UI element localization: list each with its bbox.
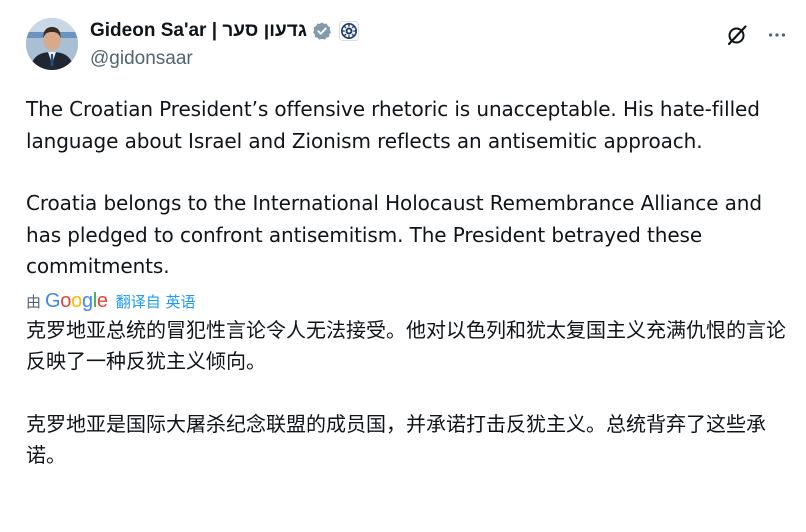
government-emblem-icon[interactable] — [338, 21, 359, 41]
tweet-text-paragraph-1: The Croatian President’s offensive rheto… — [26, 97, 760, 153]
translated-paragraph-2: 克罗地亚是国际大屠杀纪念联盟的成员国，并承诺打击反犹主义。总统背弃了这些承诺。 — [26, 411, 766, 468]
avatar[interactable] — [26, 18, 78, 70]
grok-icon[interactable] — [724, 22, 750, 48]
google-logo: Google — [45, 290, 108, 312]
translated-from-link[interactable]: 翻译自 英语 — [116, 291, 196, 312]
tweet-text-paragraph-2: Croatia belongs to the International Hol… — [26, 191, 762, 278]
verified-badge-icon[interactable] — [312, 21, 332, 41]
author-names: Gideon Sa'ar | גדעון סער @gidonsaar — [90, 18, 359, 70]
more-icon[interactable] — [764, 22, 790, 48]
translated-by-label: 由 — [26, 293, 42, 311]
translated-paragraph-1: 克罗地亚总统的冒犯性言论令人无法接受。他对以色列和犹太复国主义充满仇恨的言论反映… — [26, 317, 786, 374]
display-name[interactable]: Gideon Sa'ar | גדעון סער — [90, 20, 307, 42]
author-handle[interactable]: @gidonsaar — [90, 48, 359, 70]
tweet-actions — [724, 22, 790, 48]
tweet-card: Gideon Sa'ar | גדעון סער @gidonsaar The … — [0, 0, 806, 532]
translation-attribution: 由 Google 翻译自 英语 — [26, 289, 786, 315]
tweet-header: Gideon Sa'ar | גדעון סער @gidonsaar — [26, 16, 790, 72]
tweet-body: The Croatian President’s offensive rheto… — [26, 94, 786, 472]
